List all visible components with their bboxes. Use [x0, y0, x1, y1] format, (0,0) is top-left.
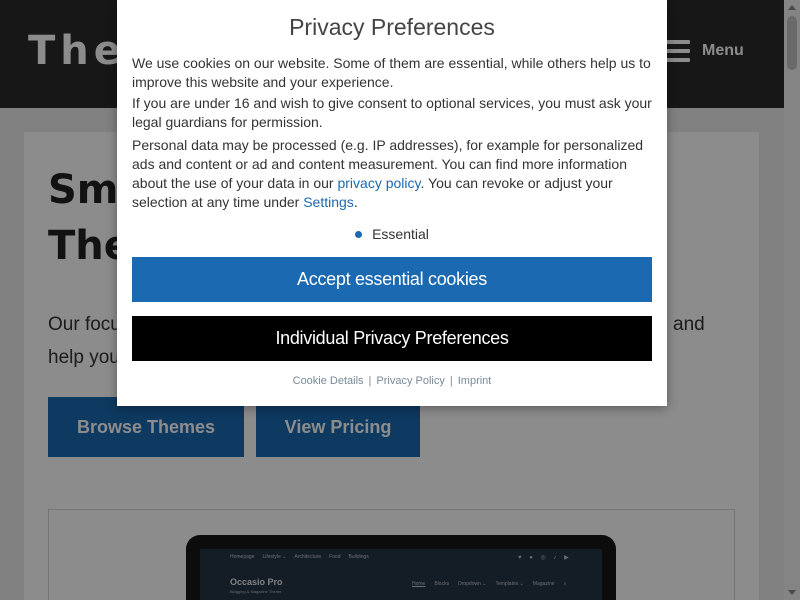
dialog-title: Privacy Preferences: [289, 14, 495, 40]
footer-separator: |: [368, 375, 372, 387]
dialog-paragraph-1: We use cookies on our website. Some of t…: [132, 55, 651, 90]
footer-privacy-policy-link[interactable]: Privacy Policy: [376, 375, 444, 387]
paragraph-3-period: .: [353, 194, 358, 210]
cookie-details-link[interactable]: Cookie Details: [293, 375, 364, 387]
dialog-paragraph-2: If you are under 16 and wish to give con…: [132, 95, 652, 130]
accept-essential-cookies-button[interactable]: Accept essential cookies: [132, 257, 652, 302]
essential-label: Essential: [372, 226, 429, 242]
imprint-link[interactable]: Imprint: [458, 375, 492, 387]
essential-option[interactable]: Essential: [117, 226, 667, 242]
individual-privacy-preferences-button[interactable]: Individual Privacy Preferences: [132, 316, 652, 361]
dialog-paragraph-3: Personal data may be processed (e.g. IP …: [132, 136, 657, 212]
footer-separator: |: [449, 375, 453, 387]
bullet-icon: [355, 230, 363, 238]
privacy-preferences-dialog: Privacy Preferences We use cookies on ou…: [117, 0, 667, 406]
privacy-policy-link[interactable]: privacy policy: [337, 175, 420, 191]
dialog-footer-links: Cookie Details | Privacy Policy | Imprin…: [117, 375, 667, 387]
settings-link[interactable]: Settings: [303, 194, 354, 210]
